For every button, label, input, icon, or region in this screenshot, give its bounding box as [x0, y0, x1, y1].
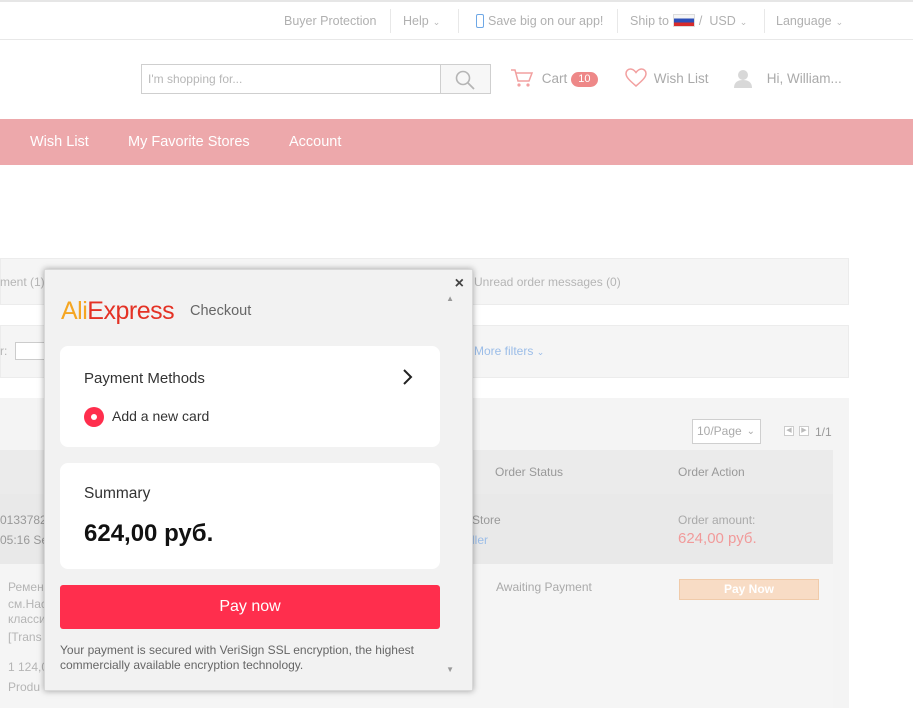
nav-item-wish-list[interactable]: Wish List: [30, 119, 89, 165]
item-transaction: [Trans: [8, 630, 42, 644]
chevron-down-icon: ⌄: [536, 347, 545, 357]
order-status-value: Awaiting Payment: [496, 580, 592, 594]
order-amount-value: 624,00 руб.: [678, 530, 757, 547]
more-filters-label: More filters: [474, 344, 534, 358]
prev-page-icon[interactable]: ◀: [784, 426, 794, 436]
scroll-up-icon[interactable]: ▲: [446, 294, 454, 303]
chevron-right-icon[interactable]: [402, 368, 414, 386]
language-label: Language: [776, 14, 832, 28]
wishlist-label: Wish List: [653, 71, 709, 86]
currency-label: USD: [709, 14, 736, 28]
ship-to-menu[interactable]: Ship to / USD ⌄: [630, 2, 747, 40]
item-title-line[interactable]: Ремен: [8, 580, 44, 594]
nav-item-account[interactable]: Account: [289, 119, 341, 165]
summary-card: Summary 624,00 руб.: [60, 463, 440, 569]
scroll-down-icon[interactable]: ▼: [446, 665, 454, 674]
add-new-card-label[interactable]: Add a new card: [112, 408, 209, 424]
divider: [390, 9, 391, 33]
next-page-icon[interactable]: ▶: [799, 426, 809, 436]
app-promo-link[interactable]: Save big on our app!: [476, 2, 603, 40]
search-placeholder: I'm shopping for...: [148, 72, 243, 86]
summary-title: Summary: [84, 485, 151, 502]
search-icon: [455, 70, 475, 90]
order-amount-label: Order amount:: [678, 513, 756, 527]
phone-icon: [476, 14, 484, 28]
pay-now-button[interactable]: Pay now: [60, 585, 440, 629]
logo-express: Express: [87, 297, 175, 325]
tab-pending-payment[interactable]: ment (1): [0, 275, 45, 289]
chevron-down-icon: ⌄: [746, 426, 755, 437]
order-time: 05:16 Se: [0, 533, 49, 547]
aliexpress-logo: AliExpress: [61, 296, 175, 326]
chevron-down-icon: ⌄: [739, 17, 748, 27]
tab-unread-messages[interactable]: Unread order messages (0): [474, 275, 621, 289]
cart-count-badge: 10: [571, 72, 598, 87]
top-utility-bar: Buyer Protection Help ⌄ Save big on our a…: [0, 0, 913, 40]
wishlist-link[interactable]: Wish List: [625, 68, 709, 90]
payment-methods-title: Payment Methods: [84, 370, 205, 387]
security-note: Your payment is secured with VeriSign SS…: [60, 643, 414, 672]
divider: [764, 9, 765, 33]
checkout-title: Checkout: [190, 303, 252, 319]
app-promo-label: Save big on our app!: [488, 14, 604, 28]
item-price: 1 124,0: [8, 660, 49, 674]
logo-ali: Ali: [61, 297, 88, 325]
ship-to-label: Ship to: [630, 14, 669, 28]
per-page-value: 10/Page: [697, 424, 742, 438]
currency-separator: /: [698, 14, 703, 28]
payment-methods-card[interactable]: Payment Methods Add a new card: [60, 346, 440, 447]
chevron-down-icon: ⌄: [835, 17, 844, 27]
nav-item-favorite-stores[interactable]: My Favorite Stores: [128, 119, 250, 165]
search-button[interactable]: [440, 64, 491, 94]
item-title-line: см.Нас: [8, 597, 47, 611]
cart-link[interactable]: Cart 10: [510, 68, 598, 90]
help-label: Help: [403, 14, 429, 28]
summary-amount: 624,00 руб.: [84, 520, 214, 547]
filter-label: r:: [0, 344, 8, 358]
chevron-down-icon: ⌄: [432, 17, 441, 27]
divider: [617, 9, 618, 33]
page-indicator: 1/1: [815, 425, 832, 439]
cart-label: Cart: [541, 71, 568, 86]
item-product-label: Produ: [8, 680, 41, 694]
radio-selected-icon[interactable]: [84, 407, 104, 427]
cart-icon: [511, 69, 534, 87]
main-nav: Wish List My Favorite Stores Account: [0, 119, 913, 165]
filter-input[interactable]: [15, 342, 47, 360]
pay-now-small-button[interactable]: Pay Now: [679, 579, 819, 600]
russia-flag-icon: [672, 14, 695, 27]
user-avatar-icon: [734, 70, 752, 88]
col-order-status: Order Status: [495, 465, 564, 479]
divider: [458, 9, 459, 33]
user-greeting: Hi, William...: [766, 71, 842, 86]
language-menu[interactable]: Language ⌄: [776, 2, 843, 40]
contact-seller-link[interactable]: ller: [472, 533, 488, 547]
checkout-modal: × ▲ ▼ AliExpress Checkout Payment Method…: [44, 269, 473, 691]
heart-icon: [625, 68, 647, 87]
buyer-protection-link[interactable]: Buyer Protection: [284, 2, 376, 40]
search-input[interactable]: I'm shopping for...: [141, 64, 441, 94]
help-menu[interactable]: Help ⌄: [403, 2, 440, 40]
close-icon[interactable]: ×: [455, 275, 464, 293]
store-name[interactable]: Store: [472, 513, 501, 527]
account-menu[interactable]: Hi, William...: [733, 68, 842, 90]
item-title-line: класси: [8, 612, 46, 626]
per-page-select[interactable]: 10/Page ⌄: [692, 419, 761, 444]
col-order-action: Order Action: [678, 465, 745, 479]
more-filters-link[interactable]: More filters ⌄: [474, 344, 544, 358]
